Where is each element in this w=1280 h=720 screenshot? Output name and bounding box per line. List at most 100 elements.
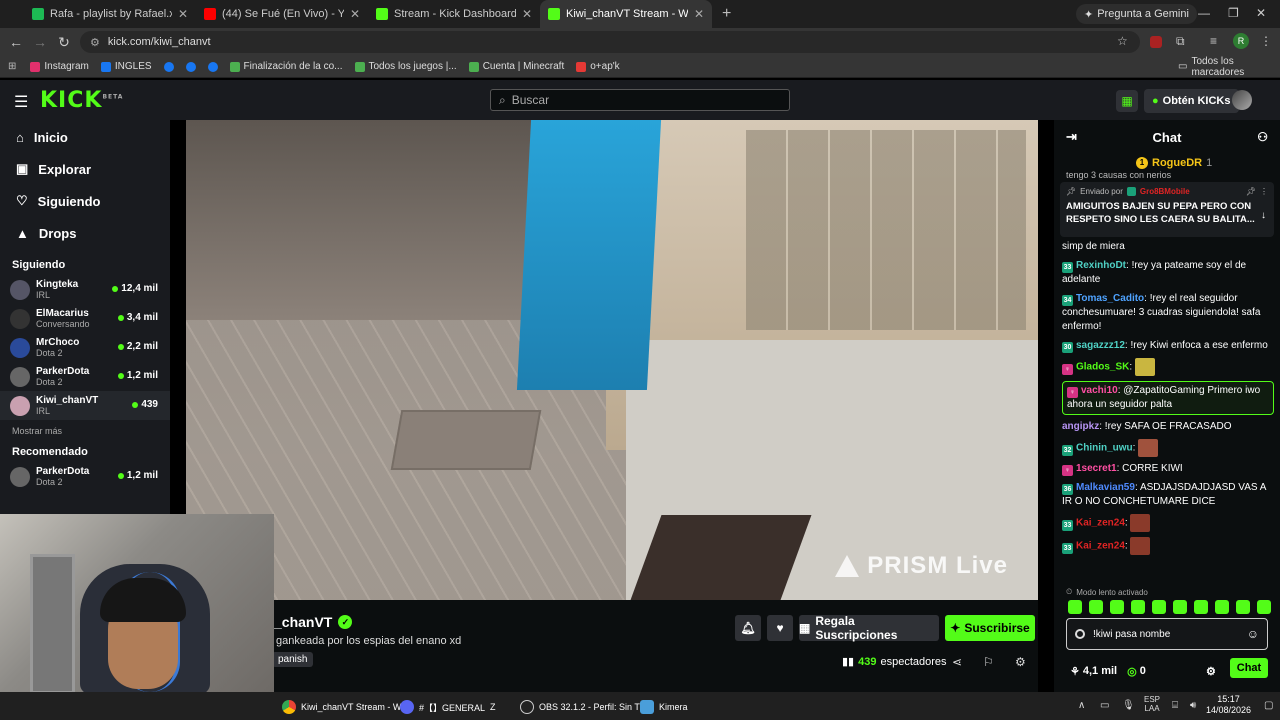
kick-dashboard-icon[interactable]: ▦	[1116, 90, 1138, 112]
chat-username[interactable]: Malkavian59	[1076, 482, 1135, 493]
chat-message[interactable]: 33 RexinhoDt: !rey ya pateame soy el de a…	[1062, 259, 1274, 287]
browser-tab[interactable]: Kiwi_chanVT Stream - Watc✕	[540, 0, 712, 28]
chat-message[interactable]: 34 Tomas_Cadito: !rey el real seguidor co…	[1062, 292, 1274, 334]
chat-username[interactable]: Tomas_Cadito	[1076, 293, 1144, 304]
chat-username[interactable]: vachi10	[1081, 385, 1118, 396]
microphone-icon[interactable]: 🎙︎	[1122, 700, 1135, 711]
chat-message-input[interactable]: !kiwi pasa nombe ☺	[1066, 618, 1268, 650]
facebook-bookmark[interactable]	[180, 61, 202, 72]
all-bookmarks-button[interactable]: ▭ Todos los marcadores	[1178, 56, 1280, 78]
taskbar-discord[interactable]: #【】GENERAL Z	[400, 700, 496, 714]
reload-icon[interactable]: ↻	[52, 34, 76, 51]
network-icon[interactable]: ⌸	[1172, 700, 1178, 711]
unpin-icon[interactable]: 📌︎	[1246, 187, 1256, 196]
apps-grid-icon[interactable]: ⊞	[0, 61, 24, 72]
quick-emote-icon[interactable]	[1215, 600, 1229, 614]
chat-message[interactable]: 33 Kai_zen24:	[1062, 514, 1274, 532]
language-indicator[interactable]: ESP LAA	[1144, 695, 1160, 713]
gift-subs-button[interactable]: ▦ Regala Suscripciones	[799, 614, 939, 642]
chat-username[interactable]: Kai_zen24	[1076, 518, 1125, 529]
browser-menu-icon[interactable]: ⋮	[1260, 34, 1272, 48]
video-player[interactable]: PRISM Live	[186, 120, 1038, 600]
url-input[interactable]: ⚙ kick.com/kiwi_chanvt	[80, 31, 1140, 53]
chat-username[interactable]: angipkz	[1062, 421, 1099, 432]
nav-home[interactable]: ⌂ Inicio	[0, 121, 170, 153]
back-icon[interactable]: ←	[4, 34, 28, 50]
quick-emote-icon[interactable]	[1236, 600, 1250, 614]
language-tag[interactable]: panish	[272, 652, 314, 667]
nav-compass[interactable]: ▣ Explorar	[0, 153, 170, 185]
bookmark-item[interactable]: INGLES	[95, 61, 158, 72]
chat-username[interactable]: RexinhoDt	[1076, 260, 1126, 271]
sidebar-channel[interactable]: ElMacarius Conversando 3,4 mil	[0, 304, 170, 333]
chat-message[interactable]: simp de miera	[1062, 240, 1274, 254]
share-icon[interactable]: ⋖	[952, 655, 962, 669]
browser-tab[interactable]: (44) Se Fué (En Vivo) - YouTube✕	[196, 0, 368, 28]
bookmark-item[interactable]: o+ap'k	[570, 61, 625, 72]
channel-points[interactable]: ◎ 0	[1127, 665, 1146, 678]
profile-icon[interactable]: R	[1233, 33, 1249, 49]
chat-username[interactable]: Kai_zen24	[1076, 541, 1125, 552]
chat-username[interactable]: sagazzz12	[1076, 340, 1125, 351]
close-window-icon[interactable]: ✕	[1256, 6, 1266, 20]
bookmark-item[interactable]: Todos los juegos |...	[349, 61, 463, 72]
streamer-name[interactable]: _chanVT ✓	[274, 614, 353, 630]
site-info-icon[interactable]: ⚙	[90, 36, 100, 49]
notifications-icon[interactable]: ▢	[1264, 700, 1273, 711]
sidebar-channel[interactable]: Kingteka IRL 12,4 mil	[0, 275, 170, 304]
chat-message[interactable]: 32 Chinin_uwu:	[1062, 439, 1274, 457]
record-icon[interactable]	[1075, 629, 1085, 639]
chat-message[interactable]: ♀ Glados_SK:	[1062, 358, 1274, 376]
tray-app-icon[interactable]: ▭	[1100, 700, 1109, 711]
close-tab-icon[interactable]: ✕	[694, 7, 704, 21]
emoji-icon[interactable]: ☺	[1247, 627, 1259, 641]
quick-emote-icon[interactable]	[1068, 600, 1082, 614]
bookmark-item[interactable]: Finalización de la co...	[224, 61, 349, 72]
minimize-icon[interactable]: —	[1198, 6, 1210, 20]
browser-tab[interactable]: Rafa - playlist by Rafael.xared |✕	[24, 0, 196, 28]
chat-username[interactable]: Glados_SK	[1076, 362, 1129, 373]
tray-chevron-icon[interactable]: ∧	[1078, 700, 1085, 711]
maximize-icon[interactable]: ❐	[1228, 6, 1239, 20]
quick-emote-icon[interactable]	[1152, 600, 1166, 614]
bookmark-item[interactable]: Instagram	[24, 61, 94, 72]
kicks-balance[interactable]: ⚘ 4,1 mil	[1070, 665, 1117, 678]
hamburger-menu-icon[interactable]: ☰	[14, 92, 28, 112]
taskbar-chrome[interactable]: Kiwi_chanVT Stream - W	[282, 700, 401, 714]
quick-emote-icon[interactable]	[1110, 600, 1124, 614]
taskbar-obs[interactable]: OBS 32.1.2 - Perfil: Sin Tí	[520, 700, 642, 714]
close-tab-icon[interactable]: ✕	[522, 7, 532, 21]
taskbar-kimera[interactable]: Kimera	[640, 700, 688, 714]
forward-icon[interactable]: →	[28, 34, 52, 50]
notification-bell-button[interactable]: 🔔︎	[735, 615, 761, 641]
sidebar-channel[interactable]: MrChoco Dota 2 2,2 mil	[0, 333, 170, 362]
facebook-bookmark[interactable]	[202, 61, 224, 72]
chat-message[interactable]: 30 sagazzz12: !rey Kiwi enfoca a ese enfe…	[1062, 339, 1274, 353]
report-icon[interactable]: ⚐	[983, 655, 994, 669]
close-tab-icon[interactable]: ✕	[350, 7, 360, 21]
chat-message[interactable]: ♀ 1secret1: CORRE KIWI	[1062, 462, 1274, 476]
user-avatar[interactable]	[1232, 90, 1252, 110]
chat-message[interactable]: 36 Malkavian59: ASDJAJSDAJDJASD VAS A IR …	[1062, 481, 1274, 509]
chat-users-icon[interactable]: ⚇	[1257, 130, 1268, 144]
chat-settings-icon[interactable]: ⚙	[1206, 665, 1216, 678]
extensions-puzzle-icon[interactable]: ⧉	[1176, 34, 1185, 49]
nav-drops[interactable]: ▲ Drops	[0, 217, 170, 249]
chat-message[interactable]: ♀ vachi10: @ZapatitoGaming Primero iwo ah…	[1062, 381, 1274, 415]
chat-message[interactable]: 33 Kai_zen24:	[1062, 537, 1274, 555]
quick-emote-icon[interactable]	[1194, 600, 1208, 614]
new-tab-button[interactable]: +	[712, 5, 741, 23]
follow-heart-button[interactable]: ♥	[767, 615, 793, 641]
star-icon[interactable]: ☆	[1117, 34, 1128, 48]
bookmark-item[interactable]: Cuenta | Minecraft	[463, 61, 571, 72]
expand-pinned-icon[interactable]: ↓	[1261, 210, 1266, 221]
quick-emote-icon[interactable]	[1131, 600, 1145, 614]
get-kicks-button[interactable]: ● Obtén KICKs	[1144, 89, 1239, 113]
chat-username[interactable]: 1secret1	[1076, 463, 1117, 474]
nav-heart[interactable]: ♡ Siguiendo	[0, 185, 170, 217]
chat-message[interactable]: angipkz: !rey SAFA OE FRACASADO	[1062, 420, 1274, 434]
close-tab-icon[interactable]: ✕	[178, 7, 188, 21]
gemini-button[interactable]: ✦ Pregunta a Gemini	[1076, 4, 1197, 24]
extension-icon[interactable]	[1150, 36, 1162, 48]
quick-emote-icon[interactable]	[1089, 600, 1103, 614]
